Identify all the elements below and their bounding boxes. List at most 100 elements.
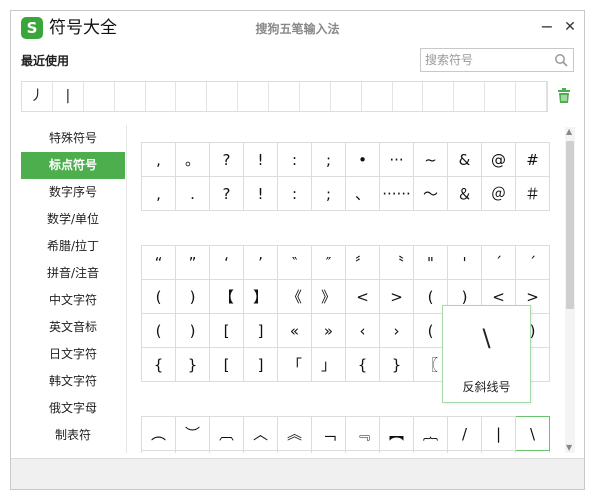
symbol-cell[interactable]: ︼ xyxy=(379,450,414,453)
symbol-cell[interactable]: ︸ xyxy=(413,450,448,453)
symbol-cell[interactable]: 、 xyxy=(345,176,380,211)
scroll-thumb[interactable] xyxy=(566,141,574,309)
symbol-cell[interactable]: ‶ xyxy=(277,245,312,280)
symbol-cell[interactable]: ! xyxy=(243,176,278,211)
symbol-cell[interactable]: [ xyxy=(209,313,244,348)
category-item[interactable]: 标点符号 xyxy=(21,152,125,179)
symbol-cell[interactable]: 〝 xyxy=(379,245,414,280)
search-icon[interactable] xyxy=(554,53,568,67)
trash-icon[interactable] xyxy=(557,88,571,104)
symbol-cell[interactable]: ︸ xyxy=(175,450,210,453)
symbol-cell[interactable]: ( xyxy=(141,313,176,348)
symbol-cell[interactable]: { xyxy=(345,347,380,382)
symbol-cell[interactable]: & xyxy=(447,142,482,177)
category-item[interactable]: 希腊/拉丁 xyxy=(21,233,125,260)
symbol-cell[interactable]: ﹄ xyxy=(345,450,380,453)
category-item[interactable]: 数学/单位 xyxy=(21,206,125,233)
symbol-cell[interactable]: ﹀ xyxy=(243,450,278,453)
symbol-cell[interactable]: ‘ xyxy=(209,245,244,280)
symbol-cell[interactable]: " xyxy=(413,245,448,280)
close-button[interactable]: ✕ xyxy=(561,17,579,37)
symbol-cell[interactable]: ″ xyxy=(311,245,346,280)
symbol-cell[interactable]: | xyxy=(481,416,516,451)
symbol-cell[interactable] xyxy=(447,450,482,453)
symbol-cell[interactable]: ︷ xyxy=(413,416,448,451)
recent-symbol-cell[interactable] xyxy=(331,82,362,111)
symbol-cell[interactable]: ︵ xyxy=(141,416,176,451)
symbol-cell[interactable]: 】 xyxy=(243,279,278,314)
symbol-cell[interactable]: ﹁ xyxy=(311,416,346,451)
symbol-cell[interactable]: ﹂ xyxy=(311,450,346,453)
category-item[interactable]: 英文音标 xyxy=(21,314,125,341)
symbol-cell[interactable]: } xyxy=(379,347,414,382)
recent-symbol-cell[interactable] xyxy=(207,82,239,111)
category-item[interactable]: 中文字符 xyxy=(21,287,125,314)
symbol-cell[interactable]: ] xyxy=(243,347,278,382)
symbol-cell[interactable]: , xyxy=(141,176,176,211)
symbol-cell[interactable]: 。 xyxy=(175,142,210,177)
symbol-cell[interactable]: \ xyxy=(515,416,550,451)
symbol-cell[interactable]: > xyxy=(379,279,414,314)
symbol-cell[interactable]: ; xyxy=(311,142,346,177)
recent-symbol-cell[interactable] xyxy=(485,82,516,111)
symbol-cell[interactable]: ? xyxy=(209,176,244,211)
symbol-cell[interactable]: ︶ xyxy=(175,416,210,451)
recent-symbol-cell[interactable] xyxy=(393,82,424,111)
recent-symbol-cell[interactable] xyxy=(176,82,208,111)
scroll-down-icon[interactable]: ▼ xyxy=(566,443,572,453)
symbol-cell[interactable]: ︾ xyxy=(277,450,312,453)
scrollbar[interactable]: ▲ ▼ xyxy=(565,127,575,453)
recent-symbol-cell[interactable] xyxy=(454,82,486,111)
category-item[interactable]: 拼音/注音 xyxy=(21,260,125,287)
symbol-cell[interactable]: < xyxy=(345,279,380,314)
symbol-cell[interactable]: ······ xyxy=(379,176,414,211)
symbol-cell[interactable]: ··· xyxy=(379,142,414,177)
recent-symbol-cell[interactable]: | xyxy=(53,82,84,111)
symbol-cell[interactable] xyxy=(481,450,516,453)
symbol-cell[interactable]: › xyxy=(379,313,414,348)
symbol-cell[interactable]: ' xyxy=(447,245,482,280)
recent-symbol-cell[interactable] xyxy=(84,82,115,111)
category-item[interactable]: 韩文字符 xyxy=(21,368,125,395)
symbol-cell[interactable]: ︶ xyxy=(141,450,176,453)
symbol-cell[interactable]: » xyxy=(311,313,346,348)
symbol-cell[interactable]: • xyxy=(345,142,380,177)
symbol-cell[interactable]: ! xyxy=(243,142,278,177)
symbol-cell[interactable]: ] xyxy=(243,313,278,348)
category-item[interactable]: 制表符 xyxy=(21,422,125,449)
recent-symbol-cell[interactable] xyxy=(238,82,269,111)
symbol-cell[interactable]: ~ xyxy=(413,142,448,177)
symbol-cell[interactable]: ˊ xyxy=(515,245,550,280)
symbol-cell[interactable]: ＆ xyxy=(447,176,482,211)
recent-symbol-cell[interactable] xyxy=(300,82,331,111)
symbol-cell[interactable]: ︻ xyxy=(379,416,414,451)
search-box[interactable] xyxy=(420,48,574,72)
category-item[interactable]: 特殊符号 xyxy=(21,125,125,152)
symbol-cell[interactable]: [ xyxy=(209,347,244,382)
symbol-cell[interactable]: ´ xyxy=(481,245,516,280)
category-item[interactable]: 俄文字母 xyxy=(21,395,125,422)
recent-symbol-cell[interactable] xyxy=(423,82,455,111)
recent-symbol-cell[interactable] xyxy=(362,82,393,111)
symbol-cell[interactable]: 〞 xyxy=(345,245,380,280)
symbol-cell[interactable]: . xyxy=(175,176,210,211)
symbol-cell[interactable]: 【 xyxy=(209,279,244,314)
symbol-cell[interactable]: « xyxy=(277,313,312,348)
symbol-cell[interactable]: ) xyxy=(175,313,210,348)
scroll-up-icon[interactable]: ▲ xyxy=(566,127,572,137)
symbol-cell[interactable]: 」 xyxy=(311,347,346,382)
symbol-cell[interactable]: 《 xyxy=(277,279,312,314)
symbol-cell[interactable]: 》 xyxy=(311,279,346,314)
category-item[interactable]: 数字序号 xyxy=(21,179,125,206)
symbol-cell[interactable]: ＠ xyxy=(481,176,516,211)
recent-symbol-cell[interactable] xyxy=(516,82,547,111)
symbol-cell[interactable]: ” xyxy=(175,245,210,280)
symbol-cell[interactable]: ︿ xyxy=(243,416,278,451)
symbol-cell[interactable]: ; xyxy=(311,176,346,211)
symbol-cell[interactable]: ﹃ xyxy=(345,416,380,451)
symbol-cell[interactable]: , xyxy=(141,142,176,177)
symbol-cell[interactable]: { xyxy=(141,347,176,382)
symbol-cell[interactable]: ‹ xyxy=(345,313,380,348)
category-item[interactable]: 日文字符 xyxy=(21,341,125,368)
recent-symbol-cell[interactable] xyxy=(146,82,177,111)
